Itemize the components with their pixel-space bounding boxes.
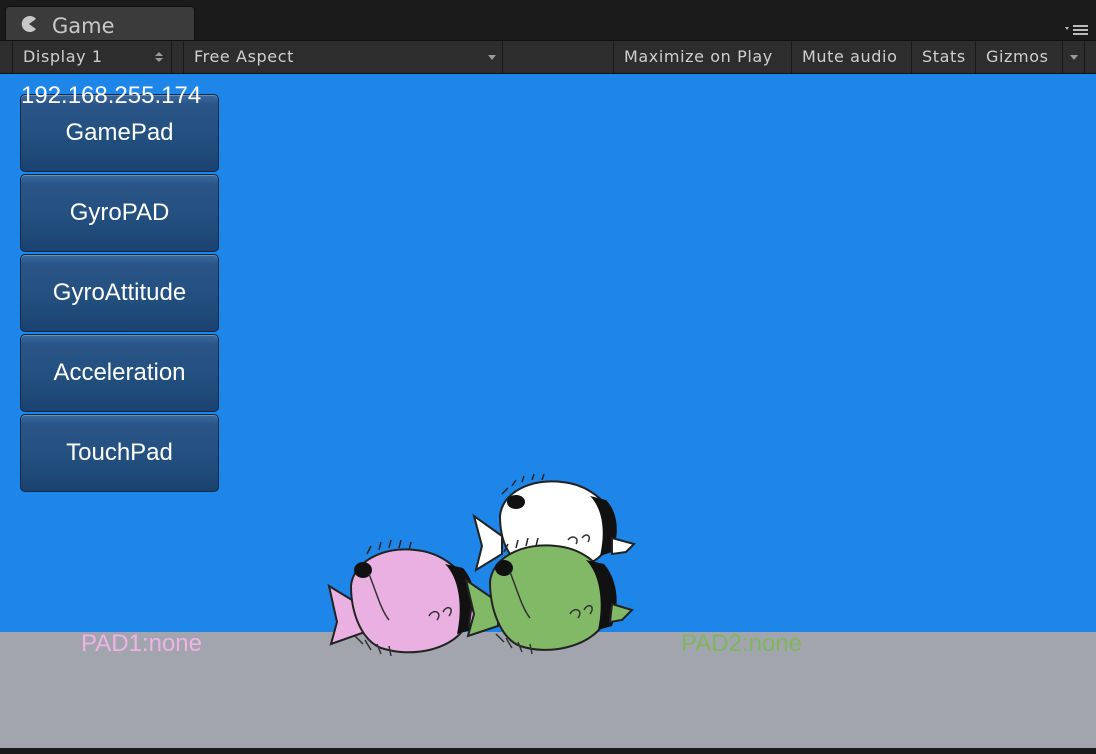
touchpad-button[interactable]: TouchPad xyxy=(20,414,219,492)
green-fish xyxy=(464,538,634,655)
maximize-on-play-label: Maximize on Play xyxy=(624,47,773,66)
gizmos-dropdown[interactable] xyxy=(1063,41,1085,73)
stats-toggle[interactable]: Stats xyxy=(912,41,976,73)
aspect-dropdown[interactable]: Free Aspect xyxy=(183,41,503,73)
gyropad-button[interactable]: GyroPAD xyxy=(20,174,219,252)
stats-label: Stats xyxy=(922,47,966,66)
pad2-status: PAD2:none xyxy=(681,630,802,657)
gizmos-label: Gizmos xyxy=(986,47,1049,66)
game-toolbar: Display 1 Free Aspect Maximize on Play M… xyxy=(0,40,1096,74)
game-tab-label: Game xyxy=(52,14,115,38)
tab-bar: Game xyxy=(0,0,1096,40)
display-dropdown[interactable]: Display 1 xyxy=(12,41,172,73)
chevron-down-icon xyxy=(488,55,496,60)
maximize-on-play-toggle[interactable]: Maximize on Play xyxy=(613,41,792,73)
aspect-label: Free Aspect xyxy=(194,47,294,66)
chevron-down-icon xyxy=(1070,55,1078,60)
gyroattitude-button[interactable]: GyroAttitude xyxy=(20,254,219,332)
acceleration-button[interactable]: Acceleration xyxy=(20,334,219,412)
updown-arrow-icon xyxy=(155,52,163,62)
bottom-edge xyxy=(0,748,1096,754)
game-tab[interactable]: Game xyxy=(5,6,195,40)
panel-menu-icon[interactable] xyxy=(1064,22,1090,36)
mute-audio-label: Mute audio xyxy=(802,47,898,66)
ip-address-label: 192.168.255.174 xyxy=(21,82,202,109)
display-label: Display 1 xyxy=(23,47,103,66)
mute-audio-toggle[interactable]: Mute audio xyxy=(792,41,912,73)
pacman-icon xyxy=(21,16,36,32)
gizmos-toggle[interactable]: Gizmos xyxy=(976,41,1063,73)
game-view[interactable]: GamePad GyroPAD GyroAttitude Acceleratio… xyxy=(0,74,1096,750)
pad1-status: PAD1:none xyxy=(81,630,202,657)
